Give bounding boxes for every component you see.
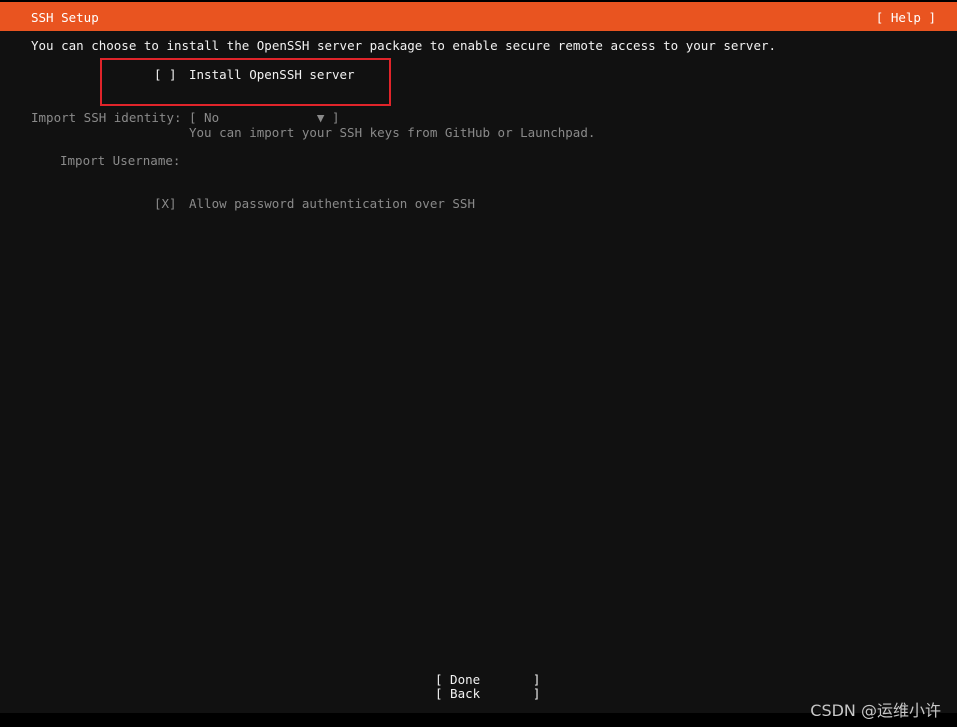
- page-title: SSH Setup: [31, 10, 99, 25]
- import-username-label: Import Username:: [60, 153, 181, 168]
- import-username-field[interactable]: [189, 153, 369, 169]
- back-button[interactable]: [ Back ]: [435, 687, 540, 701]
- installer-screen: SSH Setup [ Help ] You can choose to ins…: [0, 0, 957, 727]
- title-bar: SSH Setup [ Help ]: [0, 0, 957, 31]
- allow-password-checkbox[interactable]: [X]: [154, 197, 177, 211]
- help-button[interactable]: [ Help ]: [876, 10, 936, 25]
- allow-password-label[interactable]: Allow password authentication over SSH: [189, 197, 475, 211]
- highlight-annotation: [100, 58, 391, 106]
- watermark-text: CSDN @运维小许: [810, 701, 941, 720]
- intro-text: You can choose to install the OpenSSH se…: [31, 38, 777, 53]
- import-identity-help: You can import your SSH keys from GitHub…: [189, 125, 596, 140]
- import-identity-select[interactable]: [ No ▼ ]: [189, 111, 340, 125]
- import-identity-label: Import SSH identity:: [31, 110, 182, 125]
- done-button[interactable]: [ Done ]: [435, 673, 540, 687]
